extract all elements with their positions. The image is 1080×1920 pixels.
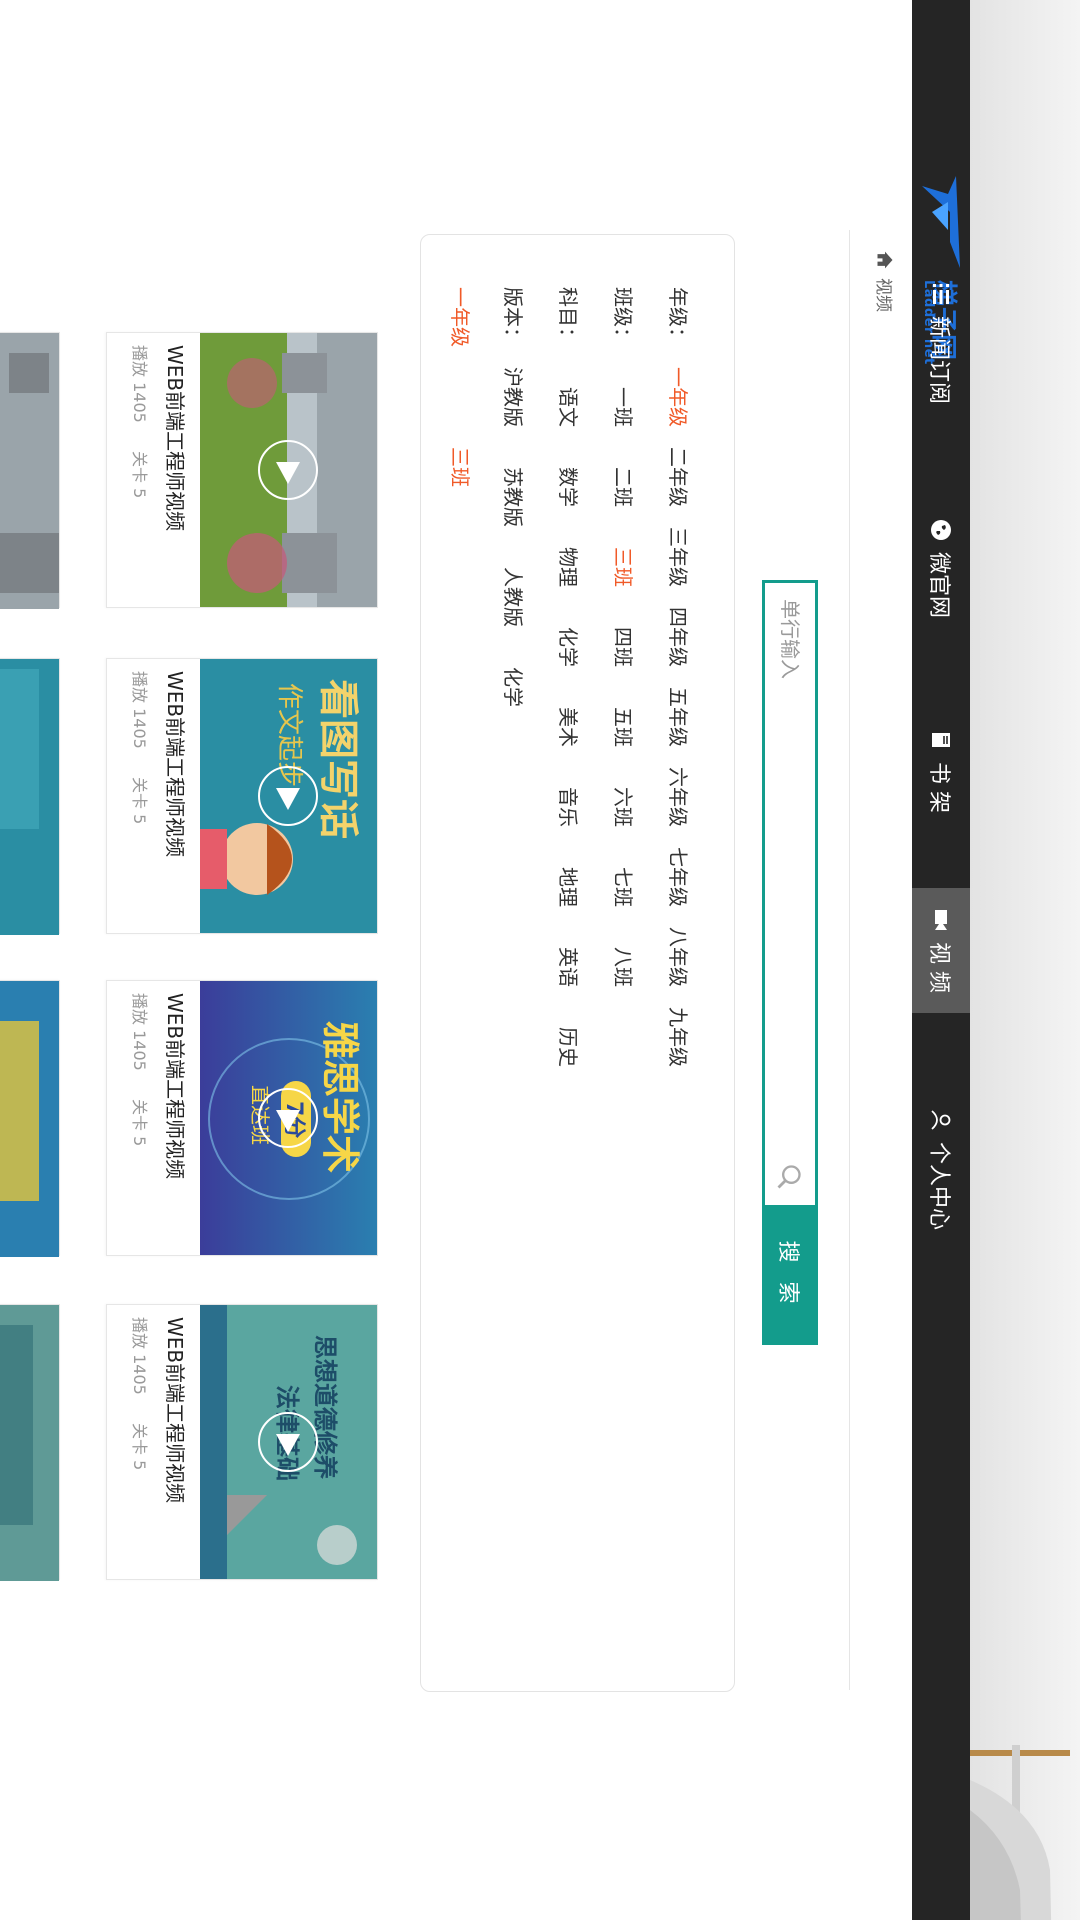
chair-illustration (970, 1745, 1070, 1920)
filter-option[interactable]: 二班 (610, 467, 639, 507)
video-title[interactable]: WEB前端工程师视频 (162, 671, 191, 857)
play-icon[interactable] (257, 764, 321, 828)
play-count: 播放 1405 (130, 345, 149, 423)
filter-option[interactable]: 语文 (555, 387, 584, 427)
selected-tag[interactable]: 三班 (447, 447, 476, 487)
search-button[interactable]: 搜 索 (762, 1205, 818, 1345)
filter-option[interactable]: 九年级 (665, 1007, 694, 1067)
play-icon[interactable] (257, 438, 321, 502)
filter-option[interactable]: 六班 (610, 787, 639, 827)
search-input[interactable] (765, 583, 815, 1205)
video-card[interactable]: 思想道德修养 法律基础 WEB前端工程师视频 播放 1405 关卡 5 (106, 1304, 378, 1580)
video-camera-icon (935, 910, 947, 930)
video-card[interactable]: WEB前端工程师视频 播放 1405 关卡 5 (106, 332, 378, 608)
filter-option[interactable]: 英语 (555, 947, 584, 987)
selected-tag[interactable]: 一年级 (447, 287, 476, 347)
user-icon (931, 1110, 951, 1130)
nav-label: 个人中心 (926, 1142, 951, 1231)
filter-label: 班级： (611, 287, 635, 347)
video-card[interactable]: 雅思学术 7分 直达班 WEB前端工程师视频 播放 1405 关卡 5 (106, 980, 378, 1256)
ladder-logo-icon (922, 176, 960, 268)
filter-option[interactable]: 化学 (500, 667, 529, 707)
filter-option[interactable]: 四年级 (665, 607, 694, 667)
nav-item-bookshelf[interactable]: 书 架 (912, 728, 970, 813)
filter-option[interactable]: 七年级 (665, 847, 694, 907)
filter-option[interactable]: 一年级 (665, 367, 694, 427)
video-thumbnail: 雅思学术 7分 直达班 (200, 981, 377, 1255)
divider (849, 230, 850, 1690)
search-icon[interactable] (775, 1163, 803, 1191)
filter-option[interactable]: 八班 (610, 947, 639, 987)
nav-label: 微官网 (926, 552, 951, 619)
video-title[interactable]: WEB前端工程师视频 (162, 1317, 191, 1503)
filter-option[interactable]: 七班 (610, 867, 639, 907)
play-count: 播放 1405 (130, 1317, 149, 1395)
level-count: 关卡 5 (130, 1099, 149, 1147)
filter-option[interactable]: 八年级 (665, 927, 694, 987)
page-footer (0, 0, 68, 1920)
filter-option[interactable]: 音乐 (555, 787, 584, 827)
thumb-text: 看图写话 (315, 679, 361, 839)
filter-option[interactable]: 地理 (555, 867, 584, 907)
top-navbar: 梯子网 Ladder net 新闻订阅 微官网 书 架 视 频 个人中心 (912, 0, 970, 1920)
filter-option[interactable]: 历史 (555, 1027, 584, 1067)
filter-option[interactable]: 物理 (555, 547, 584, 587)
filter-option[interactable]: 四班 (610, 627, 639, 667)
play-count: 播放 1405 (130, 671, 149, 749)
filter-option[interactable]: 数学 (555, 467, 584, 507)
level-count: 关卡 5 (130, 451, 149, 499)
level-count: 关卡 5 (130, 777, 149, 825)
play-icon[interactable] (257, 1086, 321, 1150)
video-card[interactable]: 看图写话 作文起步 WEB前端工程师视频 播放 1405 关卡 5 (106, 658, 378, 934)
filter-option[interactable]: 苏教版 (500, 467, 529, 527)
search-bar: 搜 索 (762, 580, 818, 1345)
filter-option[interactable]: 沪教版 (500, 367, 529, 427)
nav-label: 新闻订阅 (926, 316, 951, 405)
home-icon[interactable] (876, 250, 896, 270)
breadcrumb-current: 视频 (873, 278, 893, 312)
list-icon (933, 284, 949, 304)
book-icon (932, 733, 950, 747)
nav-item-video[interactable]: 视 频 (912, 888, 970, 1013)
thumb-text: 雅思学术 (318, 1021, 362, 1173)
nav-label: 视 频 (926, 942, 951, 993)
video-title[interactable]: WEB前端工程师视频 (162, 345, 191, 531)
filter-option[interactable]: 二年级 (665, 447, 694, 507)
level-count: 关卡 5 (130, 1423, 149, 1471)
video-thumbnail (200, 333, 377, 607)
filter-label: 科目： (556, 287, 580, 347)
filter-option[interactable]: 三年级 (665, 527, 694, 587)
filter-label: 年级： (666, 287, 690, 347)
filter-panel: 年级： 一年级 二年级 三年级 四年级 五年级 六年级 七年级 八年级 九年级 … (420, 234, 735, 1692)
nav-item-micro-site[interactable]: 微官网 (912, 518, 970, 618)
globe-icon (931, 520, 951, 540)
nav-item-news[interactable]: 新闻订阅 (912, 282, 970, 404)
play-icon[interactable] (257, 1410, 321, 1474)
nav-label: 书 架 (926, 762, 951, 813)
filter-option[interactable]: 六年级 (665, 767, 694, 827)
filter-label: 版本： (501, 287, 525, 347)
search-field (762, 580, 818, 1205)
breadcrumb: 视频 (873, 250, 898, 312)
nav-item-user-center[interactable]: 个人中心 (912, 1108, 970, 1230)
filter-option[interactable]: 五年级 (665, 687, 694, 747)
filter-option[interactable]: 一班 (610, 387, 639, 427)
filter-option[interactable]: 化学 (555, 627, 584, 667)
filter-option[interactable]: 美术 (555, 707, 584, 747)
hero-banner (970, 0, 1080, 1920)
video-thumbnail: 思想道德修养 法律基础 (200, 1305, 377, 1579)
filter-option[interactable]: 人教版 (500, 567, 529, 627)
page: 梯子网 Ladder net 新闻订阅 微官网 书 架 视 频 个人中心 视频 … (0, 0, 1080, 1920)
video-thumbnail: 看图写话 作文起步 (200, 659, 377, 933)
video-title[interactable]: WEB前端工程师视频 (162, 993, 191, 1179)
filter-option[interactable]: 五班 (610, 707, 639, 747)
play-count: 播放 1405 (130, 993, 149, 1071)
filter-option[interactable]: 三班 (610, 547, 639, 587)
